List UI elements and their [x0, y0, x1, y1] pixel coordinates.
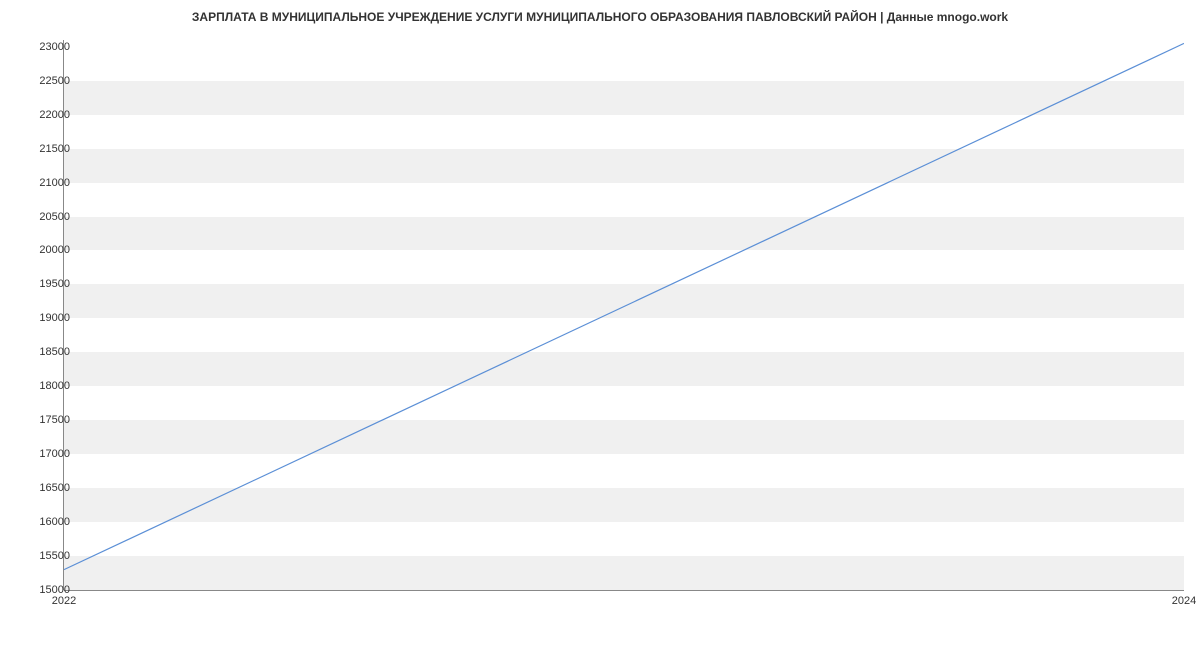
y-tick-label: 21500: [39, 143, 70, 155]
y-tick-label: 20000: [39, 244, 70, 256]
grid-band: [64, 149, 1184, 183]
y-tick-label: 16500: [39, 482, 70, 494]
chart-title: ЗАРПЛАТА В МУНИЦИПАЛЬНОЕ УЧРЕЖДЕНИЕ УСЛУ…: [0, 0, 1200, 29]
y-tick-label: 19000: [39, 312, 70, 324]
y-tick-label: 19500: [39, 278, 70, 290]
grid-band: [64, 420, 1184, 454]
x-axis-line: [64, 590, 1184, 591]
x-tick-label: 2022: [52, 595, 76, 607]
grid-band: [64, 488, 1184, 522]
y-tick-label: 18500: [39, 346, 70, 358]
y-tick-label: 22500: [39, 75, 70, 87]
grid-band: [64, 352, 1184, 386]
y-tick-label: 17000: [39, 448, 70, 460]
grid-band: [64, 284, 1184, 318]
y-tick-label: 15500: [39, 550, 70, 562]
x-tick-label: 2024: [1172, 595, 1196, 607]
grid-band: [64, 556, 1184, 590]
y-tick-label: 22000: [39, 109, 70, 121]
y-tick-label: 16000: [39, 516, 70, 528]
y-tick-label: 23000: [39, 41, 70, 53]
chart-plot-area: [64, 40, 1184, 590]
grid-band: [64, 81, 1184, 115]
y-tick-label: 18000: [39, 380, 70, 392]
y-tick-label: 20500: [39, 211, 70, 223]
y-tick-label: 21000: [39, 177, 70, 189]
grid-band: [64, 217, 1184, 251]
y-tick-label: 17500: [39, 414, 70, 426]
